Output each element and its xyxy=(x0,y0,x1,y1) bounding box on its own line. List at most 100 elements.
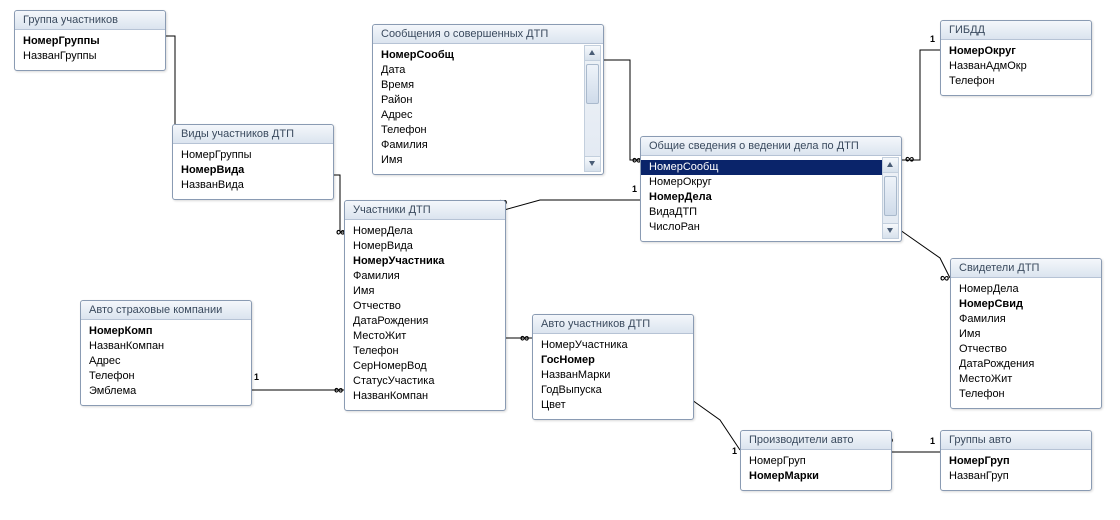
table-title: Участники ДТП xyxy=(345,201,505,220)
field[interactable]: НомерУчастника xyxy=(541,338,685,353)
table-body: НомерОкругНазванАдмОкрТелефон xyxy=(941,40,1091,95)
table-t3[interactable]: Сообщения о совершенных ДТПНомерСообщДат… xyxy=(372,24,604,175)
table-title: Производители авто xyxy=(741,431,891,450)
field[interactable]: НомерГруппы xyxy=(181,148,325,163)
scroll-thumb[interactable] xyxy=(586,64,599,104)
field[interactable]: НазванВида xyxy=(181,178,325,193)
field[interactable]: НомерСообщ xyxy=(641,160,887,175)
table-body: НомерКомпНазванКомпанАдресТелефонЭмблема xyxy=(81,320,251,405)
field[interactable]: Дата xyxy=(381,63,581,78)
scroll-up-icon[interactable] xyxy=(585,46,600,61)
svg-text:∞: ∞ xyxy=(520,330,529,345)
table-t9[interactable]: Свидетели ДТПНомерДелаНомерСвидФамилияИм… xyxy=(950,258,1102,409)
table-title: Авто страховые компании xyxy=(81,301,251,320)
table-t4[interactable]: Общие сведения о ведении дела по ДТП Номе… xyxy=(640,136,902,242)
table-t6[interactable]: Участники ДТПНомерДелаНомерВидаНомерУчас… xyxy=(344,200,506,411)
field[interactable]: НомерКомп xyxy=(89,324,243,339)
field[interactable]: Телефон xyxy=(381,123,581,138)
table-t10[interactable]: Производители автоНомерГрупНомерМарки xyxy=(740,430,892,491)
field[interactable]: НазванМарки xyxy=(541,368,685,383)
field[interactable]: ГодВыпуска xyxy=(541,383,685,398)
field[interactable]: НомерМарки xyxy=(749,469,883,484)
table-t8[interactable]: Авто участников ДТПНомерУчастникаГосНоме… xyxy=(532,314,694,420)
field[interactable]: ВидаДТП xyxy=(649,205,879,220)
scroll-up-icon[interactable] xyxy=(883,158,898,173)
field[interactable]: Телефон xyxy=(353,344,497,359)
field[interactable]: Отчество xyxy=(353,299,497,314)
field[interactable]: НомерГруп xyxy=(949,454,1083,469)
svg-text:∞: ∞ xyxy=(334,382,343,397)
svg-text:1: 1 xyxy=(732,446,737,456)
field[interactable]: Район xyxy=(381,93,581,108)
table-body: НомерДелаНомерВидаНомерУчастникаФамилияИ… xyxy=(345,220,505,410)
field[interactable]: НомерСообщ xyxy=(381,48,581,63)
field[interactable]: ДатаРождения xyxy=(959,357,1093,372)
field[interactable]: Эмблема xyxy=(89,384,243,399)
field[interactable]: ГосНомер xyxy=(541,353,685,368)
field[interactable]: НомерВида xyxy=(353,239,497,254)
field[interactable]: НазванКомпан xyxy=(353,389,497,404)
field[interactable]: НазванГруппы xyxy=(23,49,157,64)
table-title: ГИБДД xyxy=(941,21,1091,40)
field[interactable]: Имя xyxy=(381,153,581,168)
table-t11[interactable]: Группы автоНомерГрупНазванГруп xyxy=(940,430,1092,491)
svg-text:1: 1 xyxy=(632,184,637,194)
table-body: НомерГруппыНазванГруппы xyxy=(15,30,165,70)
field[interactable]: Фамилия xyxy=(381,138,581,153)
field[interactable]: НазванАдмОкр xyxy=(949,59,1083,74)
field[interactable]: Время xyxy=(381,78,581,93)
field[interactable]: НомерГруппы xyxy=(23,34,157,49)
scroll-thumb[interactable] xyxy=(884,176,897,216)
field[interactable]: Отчество xyxy=(959,342,1093,357)
field[interactable]: НомерУчастника xyxy=(353,254,497,269)
table-t7[interactable]: Авто страховые компанииНомерКомпНазванКо… xyxy=(80,300,252,406)
field[interactable]: Телефон xyxy=(949,74,1083,89)
field[interactable]: НомерДела xyxy=(959,282,1093,297)
svg-text:1: 1 xyxy=(254,372,259,382)
table-body: НомерГрупНазванГруп xyxy=(941,450,1091,490)
table-body: НомерДелаНомерСвидФамилияИмяОтчествоДата… xyxy=(951,278,1101,408)
field[interactable]: Адрес xyxy=(381,108,581,123)
field[interactable]: НомерВида xyxy=(181,163,325,178)
field[interactable]: ЧислоРан xyxy=(649,220,879,235)
table-title: Авто участников ДТП xyxy=(533,315,693,334)
field[interactable]: МестоЖит xyxy=(353,329,497,344)
scrollbar[interactable] xyxy=(882,157,899,239)
scrollbar[interactable] xyxy=(584,45,601,172)
field[interactable]: НомерОкруг xyxy=(949,44,1083,59)
field[interactable]: Адрес xyxy=(89,354,243,369)
scroll-down-icon[interactable] xyxy=(585,156,600,171)
table-title: Группа участников xyxy=(15,11,165,30)
svg-text:1: 1 xyxy=(930,34,935,44)
table-title: Сообщения о совершенных ДТП xyxy=(373,25,603,44)
field[interactable]: НазванГруп xyxy=(949,469,1083,484)
field[interactable]: Телефон xyxy=(89,369,243,384)
scroll-down-icon[interactable] xyxy=(883,223,898,238)
field[interactable]: МестоЖит xyxy=(959,372,1093,387)
field[interactable]: Цвет xyxy=(541,398,685,413)
table-t5[interactable]: ГИБДДНомерОкругНазванАдмОкрТелефон xyxy=(940,20,1092,96)
field[interactable]: НомерДела xyxy=(353,224,497,239)
field[interactable]: НомерСвид xyxy=(959,297,1093,312)
field[interactable]: ДатаРождения xyxy=(353,314,497,329)
table-t2[interactable]: Виды участников ДТПНомерГруппыНомерВидаН… xyxy=(172,124,334,200)
table-body: НомерГруппыНомерВидаНазванВида xyxy=(173,144,333,199)
field[interactable]: НомерОкруг xyxy=(649,175,879,190)
field[interactable]: НазванКомпан xyxy=(89,339,243,354)
table-body: НомерГрупНомерМарки xyxy=(741,450,891,490)
svg-text:∞: ∞ xyxy=(940,270,949,285)
field[interactable]: СтатусУчастика xyxy=(353,374,497,389)
table-t1[interactable]: Группа участниковНомерГруппыНазванГруппы xyxy=(14,10,166,71)
field[interactable]: Имя xyxy=(959,327,1093,342)
field[interactable]: СерНомерВод xyxy=(353,359,497,374)
field[interactable]: Имя xyxy=(353,284,497,299)
field[interactable]: Фамилия xyxy=(959,312,1093,327)
field[interactable]: Фамилия xyxy=(353,269,497,284)
table-body: НомерСообщДатаВремяРайонАдресТелефонФами… xyxy=(373,44,603,174)
field[interactable]: НомерДела xyxy=(649,190,879,205)
table-title: Группы авто xyxy=(941,431,1091,450)
table-title: Общие сведения о ведении дела по ДТП xyxy=(641,137,901,156)
table-body: НомерУчастникаГосНомерНазванМаркиГодВыпу… xyxy=(533,334,693,419)
field[interactable]: НомерГруп xyxy=(749,454,883,469)
field[interactable]: Телефон xyxy=(959,387,1093,402)
